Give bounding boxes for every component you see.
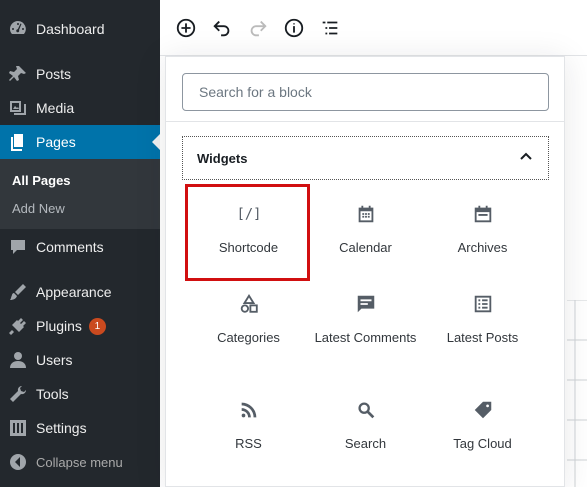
menu-posts[interactable]: Posts	[0, 57, 160, 91]
menu-comments[interactable]: Comments	[0, 230, 160, 264]
editor-toolbar	[160, 0, 587, 56]
info-icon	[284, 18, 304, 38]
menu-tools[interactable]: Tools	[0, 377, 160, 411]
redo-button[interactable]	[244, 14, 272, 42]
block-label: Tag Cloud	[453, 436, 512, 451]
highlight-box	[185, 184, 310, 281]
undo-icon	[213, 20, 230, 37]
menu-label: Tools	[36, 386, 69, 402]
submenu-all-pages[interactable]: All Pages	[12, 173, 71, 188]
block-categories[interactable]: Categories	[190, 276, 307, 366]
undo-button[interactable]	[208, 14, 236, 42]
menu-label: Plugins	[36, 318, 82, 334]
menu-plugins[interactable]: Plugins 1	[0, 309, 160, 343]
menu-settings[interactable]: Settings	[0, 411, 160, 445]
current-indicator	[152, 134, 160, 150]
menu-label: Posts	[36, 66, 72, 82]
block-label: RSS	[235, 436, 262, 451]
block-label: Calendar	[339, 240, 392, 255]
block-label: Latest Posts	[446, 330, 519, 345]
pin-icon	[0, 64, 36, 84]
outline-icon	[322, 21, 338, 35]
menu-label: Media	[36, 100, 75, 116]
block-label: Latest Comments	[314, 330, 417, 345]
outline-button[interactable]	[316, 14, 344, 42]
block-latest-comments[interactable]: Latest Comments	[307, 276, 424, 366]
block-rss[interactable]: RSS	[190, 382, 307, 472]
wrench-icon	[0, 384, 36, 404]
block-label: Search	[344, 436, 387, 451]
menu-label: Pages	[36, 134, 76, 150]
chevron-up-icon	[518, 148, 534, 169]
submenu-add-new[interactable]: Add New	[12, 201, 65, 216]
block-label: Archives	[457, 240, 508, 255]
menu-dashboard[interactable]: Dashboard	[0, 12, 160, 46]
user-icon	[0, 350, 36, 370]
categories-icon	[238, 292, 260, 316]
dashboard-icon	[0, 19, 36, 39]
pages-submenu: All Pages Add New	[0, 159, 160, 229]
admin-sidebar: Dashboard Posts Media Pages All Pages Ad…	[0, 0, 160, 487]
latest-comments-icon	[355, 292, 377, 316]
calendar-icon	[355, 202, 377, 226]
block-tag-cloud[interactable]: Tag Cloud	[424, 382, 541, 472]
block-label: Categories	[217, 330, 280, 345]
table-gridlines	[567, 300, 587, 487]
add-block-button[interactable]	[172, 14, 200, 42]
divider	[166, 121, 564, 122]
menu-label: Comments	[36, 239, 104, 255]
collapse-arrow-icon	[0, 452, 36, 472]
settings-icon	[0, 418, 36, 438]
menu-appearance[interactable]: Appearance	[0, 275, 160, 309]
rss-icon	[238, 398, 260, 422]
update-count-badge: 1	[88, 317, 106, 335]
media-icon	[0, 98, 36, 118]
menu-label: Settings	[36, 420, 87, 436]
plug-icon	[0, 316, 36, 336]
panel-title: Widgets	[197, 150, 248, 166]
menu-label: Dashboard	[36, 21, 105, 37]
brush-icon	[0, 282, 36, 302]
collapse-label: Collapse menu	[36, 454, 123, 470]
menu-media[interactable]: Media	[0, 91, 160, 125]
add-block-icon	[176, 18, 196, 38]
tag-icon	[472, 398, 494, 422]
block-search[interactable]: Search	[307, 382, 424, 472]
latest-posts-icon	[472, 292, 494, 316]
block-archives[interactable]: Archives	[424, 186, 541, 276]
menu-users[interactable]: Users	[0, 343, 160, 377]
archives-icon	[472, 202, 494, 226]
block-calendar[interactable]: Calendar	[307, 186, 424, 276]
redo-icon	[250, 20, 267, 37]
collapse-menu-button[interactable]: Collapse menu	[0, 445, 160, 479]
block-latest-posts[interactable]: Latest Posts	[424, 276, 541, 366]
block-search-input[interactable]	[182, 73, 549, 111]
comments-icon	[0, 237, 36, 257]
search-icon	[355, 398, 377, 422]
menu-label: Appearance	[36, 284, 112, 300]
widgets-panel-toggle[interactable]: Widgets	[182, 136, 549, 180]
menu-label: Users	[36, 352, 73, 368]
pages-icon	[0, 132, 36, 152]
info-button[interactable]	[280, 14, 308, 42]
menu-pages[interactable]: Pages	[0, 125, 160, 159]
